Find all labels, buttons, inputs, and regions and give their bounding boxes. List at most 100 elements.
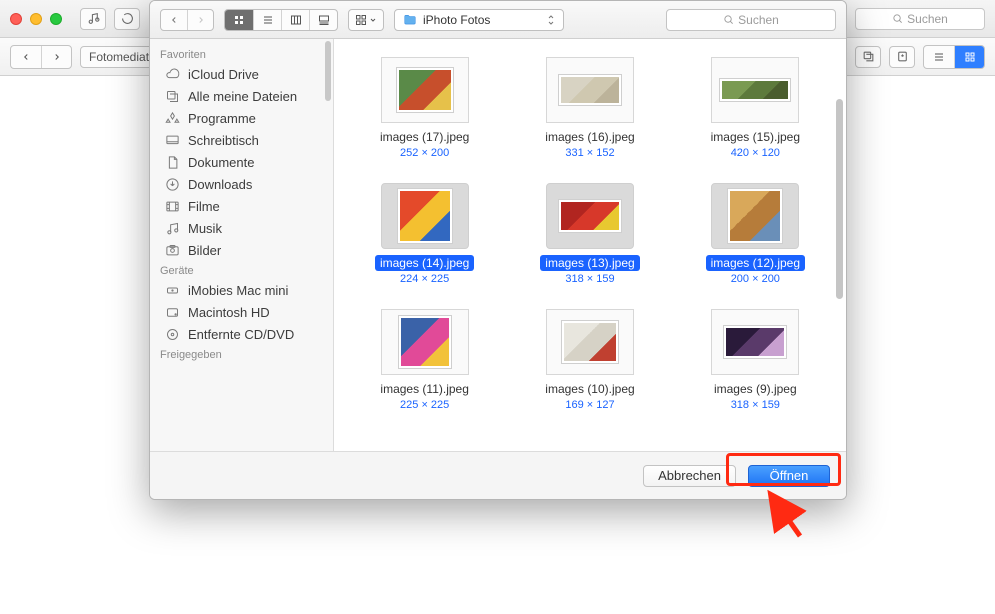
desktop-icon [164,132,180,148]
file-item[interactable]: images (16).jpeg 331 × 152 [517,57,662,159]
arrange-button[interactable] [348,9,384,31]
sidebar-item[interactable]: iMobies Mac mini [150,279,333,301]
file-dimensions-label: 224 × 225 [400,273,449,285]
open-button[interactable]: Öffnen [748,465,830,487]
cd-icon [164,326,180,342]
sidebar-item-label: Macintosh HD [188,305,270,320]
path-folder-name: iPhoto Fotos [423,13,490,27]
file-thumbnail [546,309,634,375]
file-dimensions-label: 318 × 159 [731,399,780,411]
file-name-label: images (16).jpeg [540,129,639,145]
bg-button-music[interactable] [80,8,106,30]
content-scrollbar[interactable] [836,99,843,299]
bg-view-toggle [923,45,985,69]
path-chevrons-icon [547,14,555,26]
bg-search-placeholder: Suchen [907,12,948,26]
sidebar-item[interactable]: iCloud Drive [150,63,333,85]
file-dimensions-label: 169 × 127 [565,399,614,411]
file-dimensions-label: 252 × 200 [400,147,449,159]
open-file-dialog: iPhoto Fotos Suchen Favoriten iCloud Driv… [149,0,847,500]
back-button[interactable] [161,10,187,30]
file-item[interactable]: images (14).jpeg 224 × 225 [352,183,497,285]
file-item[interactable]: images (13).jpeg318 × 159 [517,183,662,285]
file-dimensions-label: 331 × 152 [565,147,614,159]
nav-back-forward [160,9,214,31]
maximize-window-icon[interactable] [50,13,62,25]
sidebar-item[interactable]: Filme [150,195,333,217]
sidebar-item[interactable]: Macintosh HD [150,301,333,323]
bg-search-field[interactable]: Suchen [855,8,985,30]
sidebar-item[interactable]: Entfernte CD/DVD [150,323,333,345]
sidebar-item[interactable]: Musik [150,217,333,239]
file-thumbnail [711,57,799,123]
file-dimensions-label: 420 × 120 [731,147,780,159]
list-view-button[interactable] [253,10,281,30]
apps-icon [164,110,180,126]
file-dimensions-label: 200 × 200 [731,273,780,285]
bg-button-share[interactable] [855,46,881,68]
file-item[interactable]: images (10).jpeg169 × 127 [517,309,662,411]
file-name-label: images (15).jpeg [706,129,805,145]
sidebar-item[interactable]: Dokumente [150,151,333,173]
dialog-toolbar: iPhoto Fotos Suchen [150,1,846,39]
file-thumbnail [546,57,634,123]
bg-list-view-button[interactable] [924,46,954,68]
file-thumbnail [711,183,799,249]
view-mode-segment [224,9,338,31]
chevron-down-icon [369,16,377,24]
file-dimensions-label: 225 × 225 [400,399,449,411]
pictures-icon [164,242,180,258]
sidebar-item-label: Bilder [188,243,221,258]
traffic-lights [10,13,62,25]
file-name-label: images (11).jpeg [375,381,474,397]
open-button-label: Öffnen [770,468,809,483]
movies-icon [164,198,180,214]
sidebar-item-label: iCloud Drive [188,67,259,82]
file-name-label: images (13).jpeg [540,255,639,271]
bg-back-button[interactable] [11,46,41,68]
file-name-label: images (12).jpeg [706,255,805,271]
file-thumbnail [381,57,469,123]
folder-icon [403,13,417,27]
sidebar-item[interactable]: Bilder [150,239,333,261]
sidebar-item[interactable]: Alle meine Dateien [150,85,333,107]
bg-grid-view-button[interactable] [954,46,984,68]
close-window-icon[interactable] [10,13,22,25]
file-item[interactable]: images (11).jpeg 225 × 225 [352,309,497,411]
minimize-window-icon[interactable] [30,13,42,25]
all-files-icon [164,88,180,104]
sidebar-item[interactable]: Schreibtisch [150,129,333,151]
sidebar-item-label: Dokumente [188,155,254,170]
dialog-search-field[interactable]: Suchen [666,9,836,31]
path-popup[interactable]: iPhoto Fotos [394,9,564,31]
forward-button[interactable] [187,10,213,30]
sidebar-scrollbar[interactable] [325,41,331,101]
cancel-button[interactable]: Abbrechen [643,465,736,487]
file-item[interactable]: images (9).jpeg 318 × 159 [683,309,828,411]
file-item[interactable]: images (17).jpeg252 × 200 [352,57,497,159]
file-thumbnail [711,309,799,375]
sidebar-section-title: Favoriten [150,45,333,63]
arrange-icon [355,14,367,26]
column-view-button[interactable] [281,10,309,30]
sidebar-section-title: Freigegeben [150,345,333,363]
file-item[interactable]: images (15).jpeg 420 × 120 [683,57,828,159]
sidebar-item-label: Musik [188,221,222,236]
sidebar: Favoriten iCloud Drive Alle meine DateienP… [150,39,334,451]
icon-view-button[interactable] [225,10,253,30]
file-name-label: images (14).jpeg [375,255,474,271]
file-item[interactable]: images (12).jpeg 200 × 200 [683,183,828,285]
music-icon [164,220,180,236]
sidebar-item[interactable]: Programme [150,107,333,129]
bg-forward-button[interactable] [41,46,71,68]
file-name-label: images (9).jpeg [709,381,802,397]
bg-button-refresh[interactable] [114,8,140,30]
sidebar-item[interactable]: Downloads [150,173,333,195]
documents-icon [164,154,180,170]
sidebar-item-label: iMobies Mac mini [188,283,288,298]
sidebar-item-label: Downloads [188,177,252,192]
sidebar-item-label: Schreibtisch [188,133,259,148]
downloads-icon [164,176,180,192]
coverflow-view-button[interactable] [309,10,337,30]
bg-button-eject[interactable] [889,46,915,68]
